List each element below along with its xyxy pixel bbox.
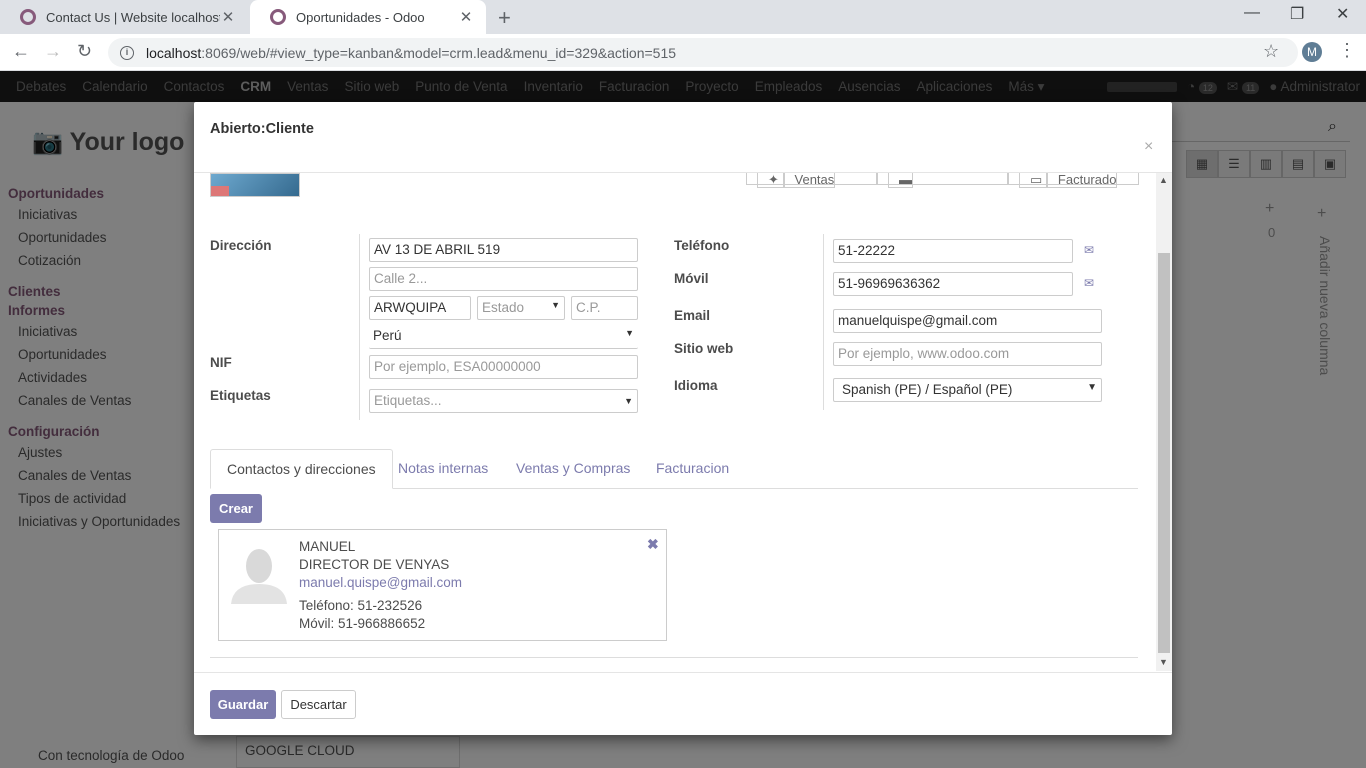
website-field[interactable]: Por ejemplo, www.odoo.com	[833, 342, 1102, 366]
label-separator	[359, 234, 360, 420]
tab-title: Contact Us | Website localhost	[46, 9, 220, 25]
caret-down-icon: ▼	[625, 328, 634, 338]
address-label: Dirección	[210, 238, 272, 253]
forward-icon[interactable]: →	[44, 41, 62, 62]
create-contact-button[interactable]: Crear	[210, 494, 262, 523]
tab-facturacion[interactable]: Facturacion	[640, 449, 745, 489]
dialog-footer: Guardar Descartar	[194, 672, 1172, 735]
zip-field[interactable]: C.P.	[571, 296, 638, 320]
street2-field[interactable]: Calle 2...	[369, 267, 638, 291]
dialog-body: ✦ Ventas ▬ ▭ Facturado Dirección NIF Eti…	[194, 173, 1172, 671]
stat-icon: ▬	[888, 173, 913, 188]
city-field[interactable]: ARWQUIPA	[369, 296, 471, 320]
contact-name: MANUEL	[299, 539, 356, 554]
email-label: Email	[674, 308, 711, 323]
label-separator	[823, 234, 824, 410]
dialog-scrollbar[interactable]: ▲ ▼	[1156, 173, 1172, 671]
discard-button[interactable]: Descartar	[281, 690, 356, 719]
tags-label: Etiquetas	[210, 388, 271, 403]
scroll-up-icon[interactable]: ▲	[1159, 175, 1168, 185]
url-field[interactable]: i localhost:8069/web/#view_type=kanban&m…	[108, 38, 1298, 67]
caret-down-icon: ▼	[551, 300, 560, 310]
tab-title: Oportunidades - Odoo	[296, 9, 425, 25]
bookmark-star-icon[interactable]: ☆	[1263, 41, 1279, 62]
close-tab-icon[interactable]: ✕	[220, 8, 236, 26]
reload-icon[interactable]: ↻	[77, 41, 92, 62]
delete-contact-icon[interactable]: ✖	[647, 536, 659, 553]
phone-field[interactable]: 51-22222	[833, 239, 1073, 263]
contact-phone: Teléfono: 51-232526	[299, 598, 423, 613]
avatar	[231, 549, 287, 604]
street-field[interactable]: AV 13 DE ABRIL 519	[369, 238, 638, 262]
caret-down-icon: ▼	[1087, 382, 1097, 393]
tags-placeholder: Etiquetas...	[374, 393, 442, 408]
restore-icon[interactable]: ❐	[1290, 4, 1304, 24]
profile-avatar[interactable]: M	[1302, 42, 1322, 62]
site-info-icon[interactable]: i	[120, 45, 134, 60]
invoiced-stat-label: Facturado	[1046, 173, 1118, 188]
back-icon[interactable]: ←	[12, 41, 30, 62]
tab-ventas-compras[interactable]: Ventas y Compras	[500, 449, 646, 489]
invoice-icon: ▭	[1019, 173, 1047, 188]
browser-tab-oportunidades[interactable]: Oportunidades - Odoo ✕	[250, 0, 486, 34]
browser-menu-icon[interactable]: ⋮	[1338, 40, 1356, 61]
contact-email[interactable]: manuel.quispe@gmail.com	[299, 574, 462, 592]
country-select[interactable]: Perú ▼	[369, 325, 638, 349]
sales-stat-button[interactable]: ✦ Ventas	[746, 173, 877, 188]
address-bar: ← → ↻ i localhost:8069/web/#view_type=ka…	[0, 34, 1366, 71]
language-value: Spanish (PE) / Español (PE)	[842, 382, 1013, 397]
phone-label: Teléfono	[674, 238, 730, 253]
state-placeholder: Estado	[482, 300, 525, 315]
url-path: :8069/web/#view_type=kanban&model=crm.le…	[201, 44, 677, 61]
dialog-header: Abierto:Cliente ×	[194, 102, 1172, 173]
partner-photo[interactable]	[210, 173, 300, 197]
nif-label: NIF	[210, 355, 232, 370]
notebook-tabs: Contactos y direcciones Notas internas V…	[210, 449, 1138, 489]
mobile-field[interactable]: 51-96969636362	[833, 272, 1073, 296]
browser-tab-contact-us[interactable]: Contact Us | Website localhost ✕	[0, 0, 248, 34]
tab-notas-internas[interactable]: Notas internas	[382, 449, 504, 489]
language-label: Idioma	[674, 378, 718, 393]
close-icon[interactable]: ×	[1144, 138, 1153, 156]
contact-mobile: Móvil: 51-966886652	[299, 616, 426, 631]
close-tab-icon[interactable]: ✕	[458, 8, 474, 26]
partner-dialog: Abierto:Cliente × ✦ Ventas ▬ ▭ Facturado…	[194, 102, 1172, 735]
tab-contactos[interactable]: Contactos y direcciones	[210, 449, 393, 489]
scroll-down-icon[interactable]: ▼	[1159, 657, 1168, 667]
window-close-icon[interactable]: ✕	[1336, 4, 1349, 24]
email-field[interactable]: manuelquispe@gmail.com	[833, 309, 1102, 333]
invoiced-stat-button[interactable]: ▭ Facturado	[1008, 173, 1139, 188]
website-label: Sitio web	[674, 341, 734, 356]
dialog-title: Abierto:Cliente	[210, 121, 314, 137]
odoo-favicon-icon	[270, 9, 286, 25]
contact-function: DIRECTOR DE VENYAS	[299, 557, 450, 572]
mobile-label: Móvil	[674, 271, 709, 286]
language-select[interactable]: Spanish (PE) / Español (PE) ▼	[833, 378, 1102, 402]
stat-button[interactable]: ▬	[877, 173, 1008, 188]
sms-envelope-icon[interactable]: ✉	[1084, 276, 1094, 290]
scrollbar-thumb[interactable]	[1158, 253, 1170, 653]
minimize-icon[interactable]: —	[1244, 4, 1260, 22]
sms-envelope-icon[interactable]: ✉	[1084, 243, 1094, 257]
caret-down-icon: ▼	[624, 396, 633, 406]
odoo-favicon-icon	[20, 9, 36, 25]
nif-field[interactable]: Por ejemplo, ESA00000000	[369, 355, 638, 379]
url-host: localhost	[146, 44, 202, 61]
divider	[210, 657, 1138, 658]
save-button[interactable]: Guardar	[210, 690, 276, 719]
new-tab-icon[interactable]: +	[498, 5, 511, 31]
contact-card[interactable]: MANUEL DIRECTOR DE VENYAS manuel.quispe@…	[218, 529, 667, 641]
contact-details: MANUEL DIRECTOR DE VENYAS manuel.quispe@…	[299, 538, 462, 633]
tags-field[interactable]: Etiquetas... ▼	[369, 389, 638, 413]
state-select[interactable]: Estado ▼	[477, 296, 565, 320]
browser-tabbar: Contact Us | Website localhost ✕ Oportun…	[0, 0, 1366, 34]
star-icon: ✦	[757, 173, 784, 188]
country-value: Perú	[373, 328, 402, 343]
stat-buttons: ✦ Ventas ▬ ▭ Facturado	[746, 173, 1139, 188]
sales-stat-label: Ventas	[783, 173, 836, 188]
